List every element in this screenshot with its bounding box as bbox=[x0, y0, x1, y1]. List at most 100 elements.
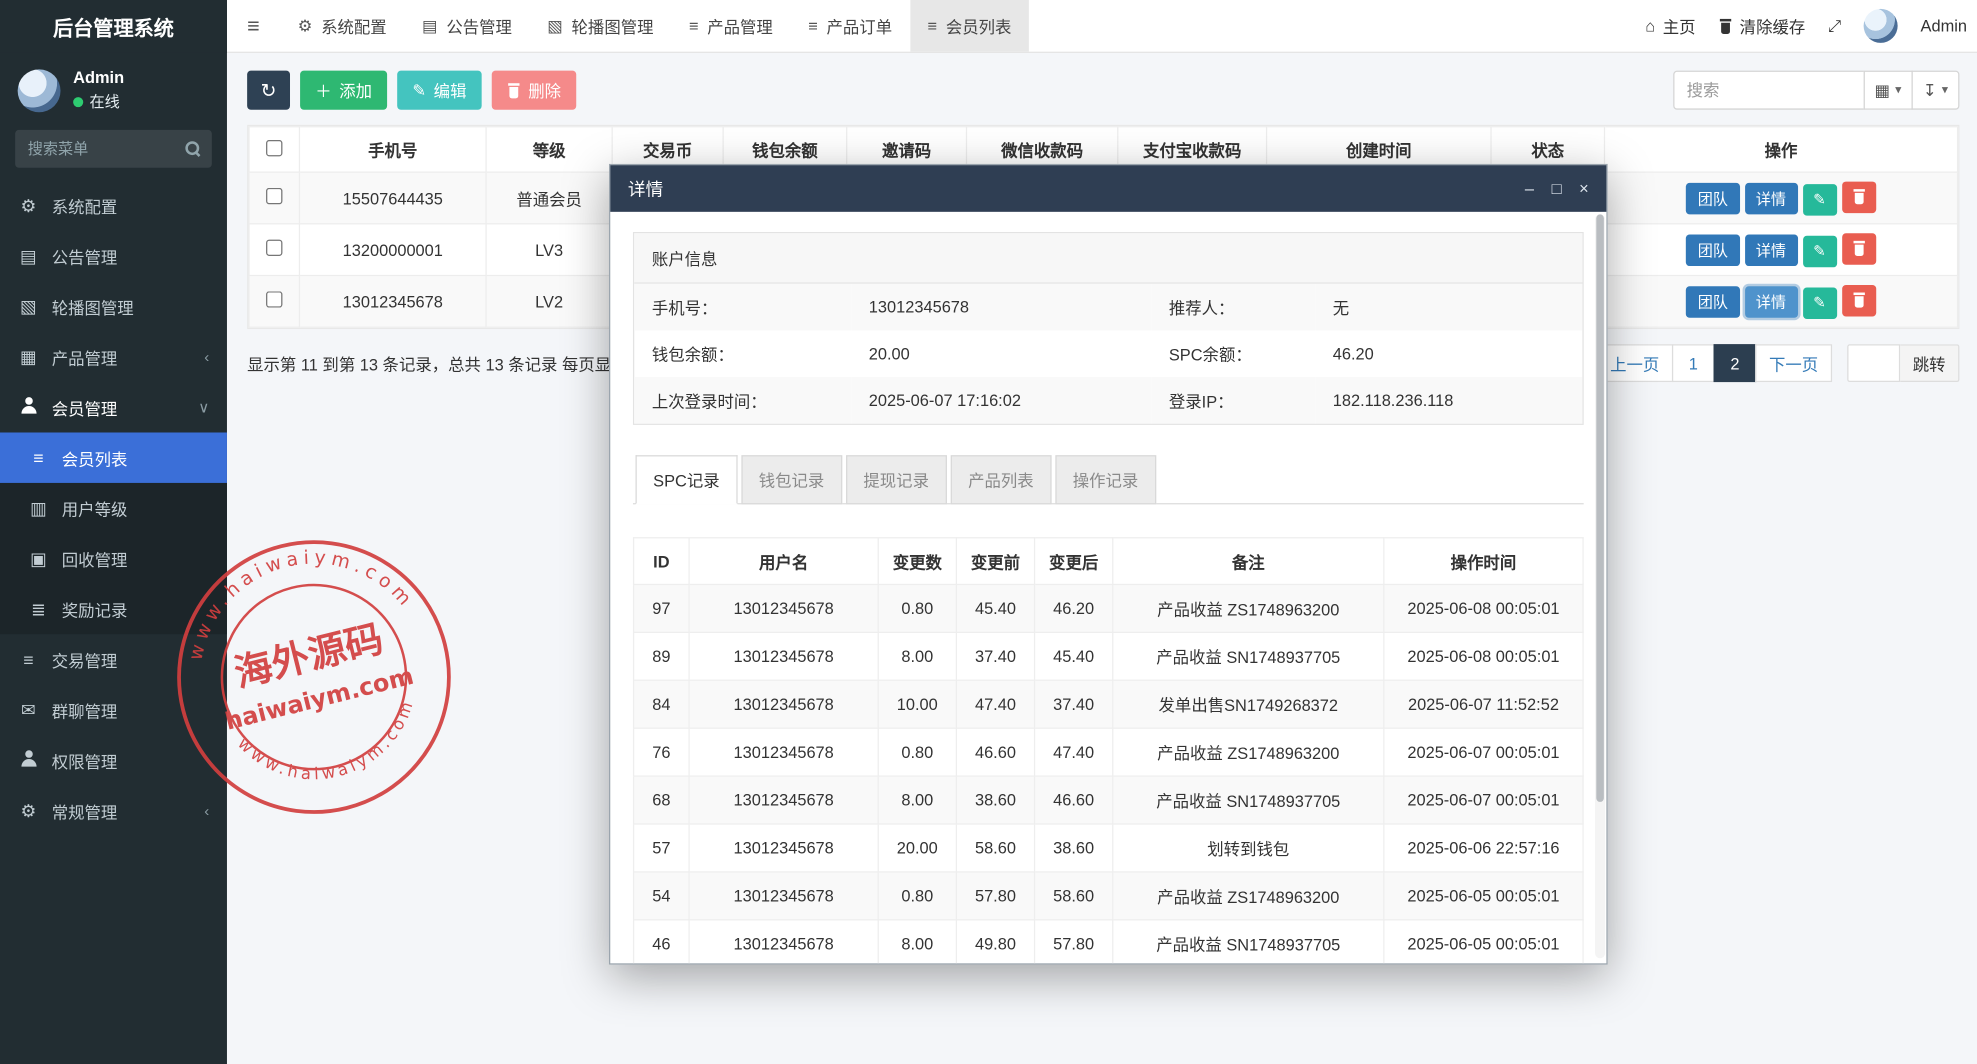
column-header-id: ID bbox=[634, 538, 689, 585]
sidebar-item-system-config[interactable]: ⚙ 系统配置 bbox=[0, 180, 227, 230]
refresh-button[interactable]: ↻ bbox=[247, 71, 290, 110]
cell-change: 8.00 bbox=[878, 920, 956, 964]
delete-row-button[interactable] bbox=[1842, 284, 1876, 316]
tab-carousel[interactable]: ▧ 轮播图管理 bbox=[530, 0, 672, 52]
sidebar-item-members[interactable]: 会员管理 ∨ bbox=[0, 382, 227, 432]
cell-before: 46.60 bbox=[956, 728, 1034, 776]
column-header-note: 备注 bbox=[1113, 538, 1384, 585]
field-value: 20.00 bbox=[851, 330, 1151, 377]
add-button[interactable]: ＋添加 bbox=[300, 71, 387, 110]
topbar-right: ⌂ 主页 清除缓存 ⤢ Admin bbox=[1645, 0, 1977, 52]
page-1-button[interactable]: 1 bbox=[1672, 344, 1715, 382]
caret-down-icon: ▾ bbox=[1942, 83, 1948, 97]
table-toolbar: ↻ ＋添加 ✎编辑 删除 ▦▾ ↧▾ bbox=[247, 71, 1959, 110]
team-button[interactable]: 团队 bbox=[1686, 183, 1739, 215]
minimize-icon[interactable]: – bbox=[1525, 180, 1534, 196]
fullscreen-button[interactable]: ⤢ bbox=[1828, 16, 1841, 36]
jump-page-input[interactable] bbox=[1847, 344, 1900, 382]
sidebar-item-member-list[interactable]: ≡ 会员列表 bbox=[0, 432, 227, 482]
tab-announcements[interactable]: ▤ 公告管理 bbox=[404, 0, 529, 52]
cell-note: 发单出售SN1749268372 bbox=[1113, 680, 1384, 728]
column-header-change-amount: 变更数 bbox=[878, 538, 956, 585]
modal-title: 详情 bbox=[628, 176, 663, 201]
sidebar-item-label: 轮播图管理 bbox=[52, 294, 134, 318]
list-icon: ≡ bbox=[927, 16, 937, 35]
clear-cache-label: 清除缓存 bbox=[1740, 14, 1806, 38]
edit-button[interactable]: ✎编辑 bbox=[397, 71, 481, 110]
tab-withdraw-records[interactable]: 提现记录 bbox=[846, 455, 947, 504]
tab-label: 会员列表 bbox=[946, 14, 1012, 38]
jump-button[interactable]: 跳转 bbox=[1900, 344, 1959, 382]
home-link[interactable]: ⌂ 主页 bbox=[1645, 14, 1695, 38]
cell-note: 产品收益 ZS1748963200 bbox=[1113, 728, 1384, 776]
detail-button[interactable]: 详情 bbox=[1744, 183, 1797, 215]
topbar-avatar[interactable] bbox=[1864, 9, 1898, 43]
sidebar-item-group-chat[interactable]: ✉ 群聊管理 bbox=[0, 685, 227, 735]
detail-button[interactable]: 详情 bbox=[1744, 235, 1797, 267]
edit-row-button[interactable]: ✎ bbox=[1802, 235, 1836, 267]
tab-spc-records[interactable]: SPC记录 bbox=[635, 455, 737, 504]
tab-label: 产品订单 bbox=[827, 14, 893, 38]
scrollbar-thumb[interactable] bbox=[1596, 214, 1604, 802]
row-checkbox[interactable] bbox=[266, 240, 282, 256]
tab-products[interactable]: ≡ 产品管理 bbox=[671, 0, 790, 52]
edit-row-button[interactable]: ✎ bbox=[1802, 287, 1836, 319]
prev-page-button[interactable]: 上一页 bbox=[1596, 344, 1673, 382]
sidebar-item-general-settings[interactable]: ⚙ 常规管理 ‹ bbox=[0, 786, 227, 836]
row-checkbox[interactable] bbox=[266, 188, 282, 204]
detail-button[interactable]: 详情 bbox=[1744, 286, 1797, 318]
tab-operation-records[interactable]: 操作记录 bbox=[1055, 455, 1156, 504]
plus-icon: ＋ bbox=[315, 78, 331, 102]
sidebar-item-transactions[interactable]: ≡ 交易管理 bbox=[0, 634, 227, 684]
sidebar-item-label: 交易管理 bbox=[52, 647, 118, 671]
sidebar-item-recycle[interactable]: ▣ 回收管理 bbox=[0, 533, 227, 583]
edit-row-button[interactable]: ✎ bbox=[1802, 183, 1836, 215]
clear-cache-link[interactable]: 清除缓存 bbox=[1718, 14, 1805, 38]
members-submenu: ≡ 会员列表 ▥ 用户等级 ▣ 回收管理 ≣ 奖励记录 bbox=[0, 432, 227, 634]
tab-system-config[interactable]: ⚙ 系统配置 bbox=[280, 0, 404, 52]
delete-row-button[interactable] bbox=[1842, 181, 1876, 213]
cell-level: LV3 bbox=[486, 224, 612, 276]
sidebar-item-permissions[interactable]: 权限管理 bbox=[0, 735, 227, 785]
cell-time: 2025-06-07 00:05:01 bbox=[1384, 728, 1583, 776]
tab-member-list[interactable]: ≡ 会员列表 bbox=[910, 0, 1029, 52]
close-icon[interactable]: × bbox=[1579, 180, 1589, 196]
sidebar-item-reward-records[interactable]: ≣ 奖励记录 bbox=[0, 584, 227, 634]
table-search-input[interactable] bbox=[1673, 71, 1865, 110]
caret-down-icon: ▾ bbox=[1895, 83, 1901, 97]
menu-toggle-icon[interactable]: ≡ bbox=[227, 0, 280, 52]
sidebar-item-user-levels[interactable]: ▥ 用户等级 bbox=[0, 483, 227, 533]
sidebar-search-input[interactable] bbox=[15, 130, 212, 168]
next-page-button[interactable]: 下一页 bbox=[1755, 344, 1832, 382]
delete-row-button[interactable] bbox=[1842, 233, 1876, 265]
announcement-icon: ▤ bbox=[422, 16, 438, 36]
column-header-after: 变更后 bbox=[1035, 538, 1113, 585]
cell-id: 89 bbox=[634, 632, 689, 680]
maximize-icon[interactable]: □ bbox=[1552, 180, 1562, 196]
modal-header[interactable]: 详情 – □ × bbox=[610, 165, 1606, 212]
cell-username: 13012345678 bbox=[689, 728, 878, 776]
delete-button[interactable]: 删除 bbox=[492, 71, 577, 110]
cell-before: 45.40 bbox=[956, 584, 1034, 632]
page-2-button[interactable]: 2 bbox=[1714, 344, 1757, 382]
column-header-time: 操作时间 bbox=[1384, 538, 1583, 585]
account-info-panel: 账户信息 手机号： 13012345678 推荐人： 无 钱包余额： 20.00… bbox=[633, 232, 1584, 425]
sidebar-item-carousel[interactable]: ▧ 轮播图管理 bbox=[0, 281, 227, 331]
sidebar-item-announcements[interactable]: ▤ 公告管理 bbox=[0, 231, 227, 281]
export-dropdown-button[interactable]: ↧▾ bbox=[1912, 71, 1960, 110]
sidebar-item-label: 会员管理 bbox=[52, 395, 118, 419]
sidebar-item-products[interactable]: ▦ 产品管理 ‹ bbox=[0, 332, 227, 382]
tab-label: 公告管理 bbox=[446, 14, 512, 38]
tab-product-orders[interactable]: ≡ 产品订单 bbox=[790, 0, 909, 52]
columns-dropdown-button[interactable]: ▦▾ bbox=[1863, 71, 1913, 110]
cell-time: 2025-06-05 00:05:01 bbox=[1384, 872, 1583, 920]
team-button[interactable]: 团队 bbox=[1686, 235, 1739, 267]
tab-product-list[interactable]: 产品列表 bbox=[950, 455, 1051, 504]
select-all-checkbox[interactable] bbox=[266, 139, 282, 155]
team-button[interactable]: 团队 bbox=[1686, 286, 1739, 318]
topbar: ≡ ⚙ 系统配置 ▤ 公告管理 ▧ 轮播图管理 ≡ 产品管理 ≡ 产品订单 bbox=[227, 0, 1977, 53]
sidebar-item-label: 权限管理 bbox=[52, 748, 118, 772]
tab-wallet-records[interactable]: 钱包记录 bbox=[741, 455, 842, 504]
cell-time: 2025-06-08 00:05:01 bbox=[1384, 584, 1583, 632]
row-checkbox[interactable] bbox=[266, 291, 282, 307]
